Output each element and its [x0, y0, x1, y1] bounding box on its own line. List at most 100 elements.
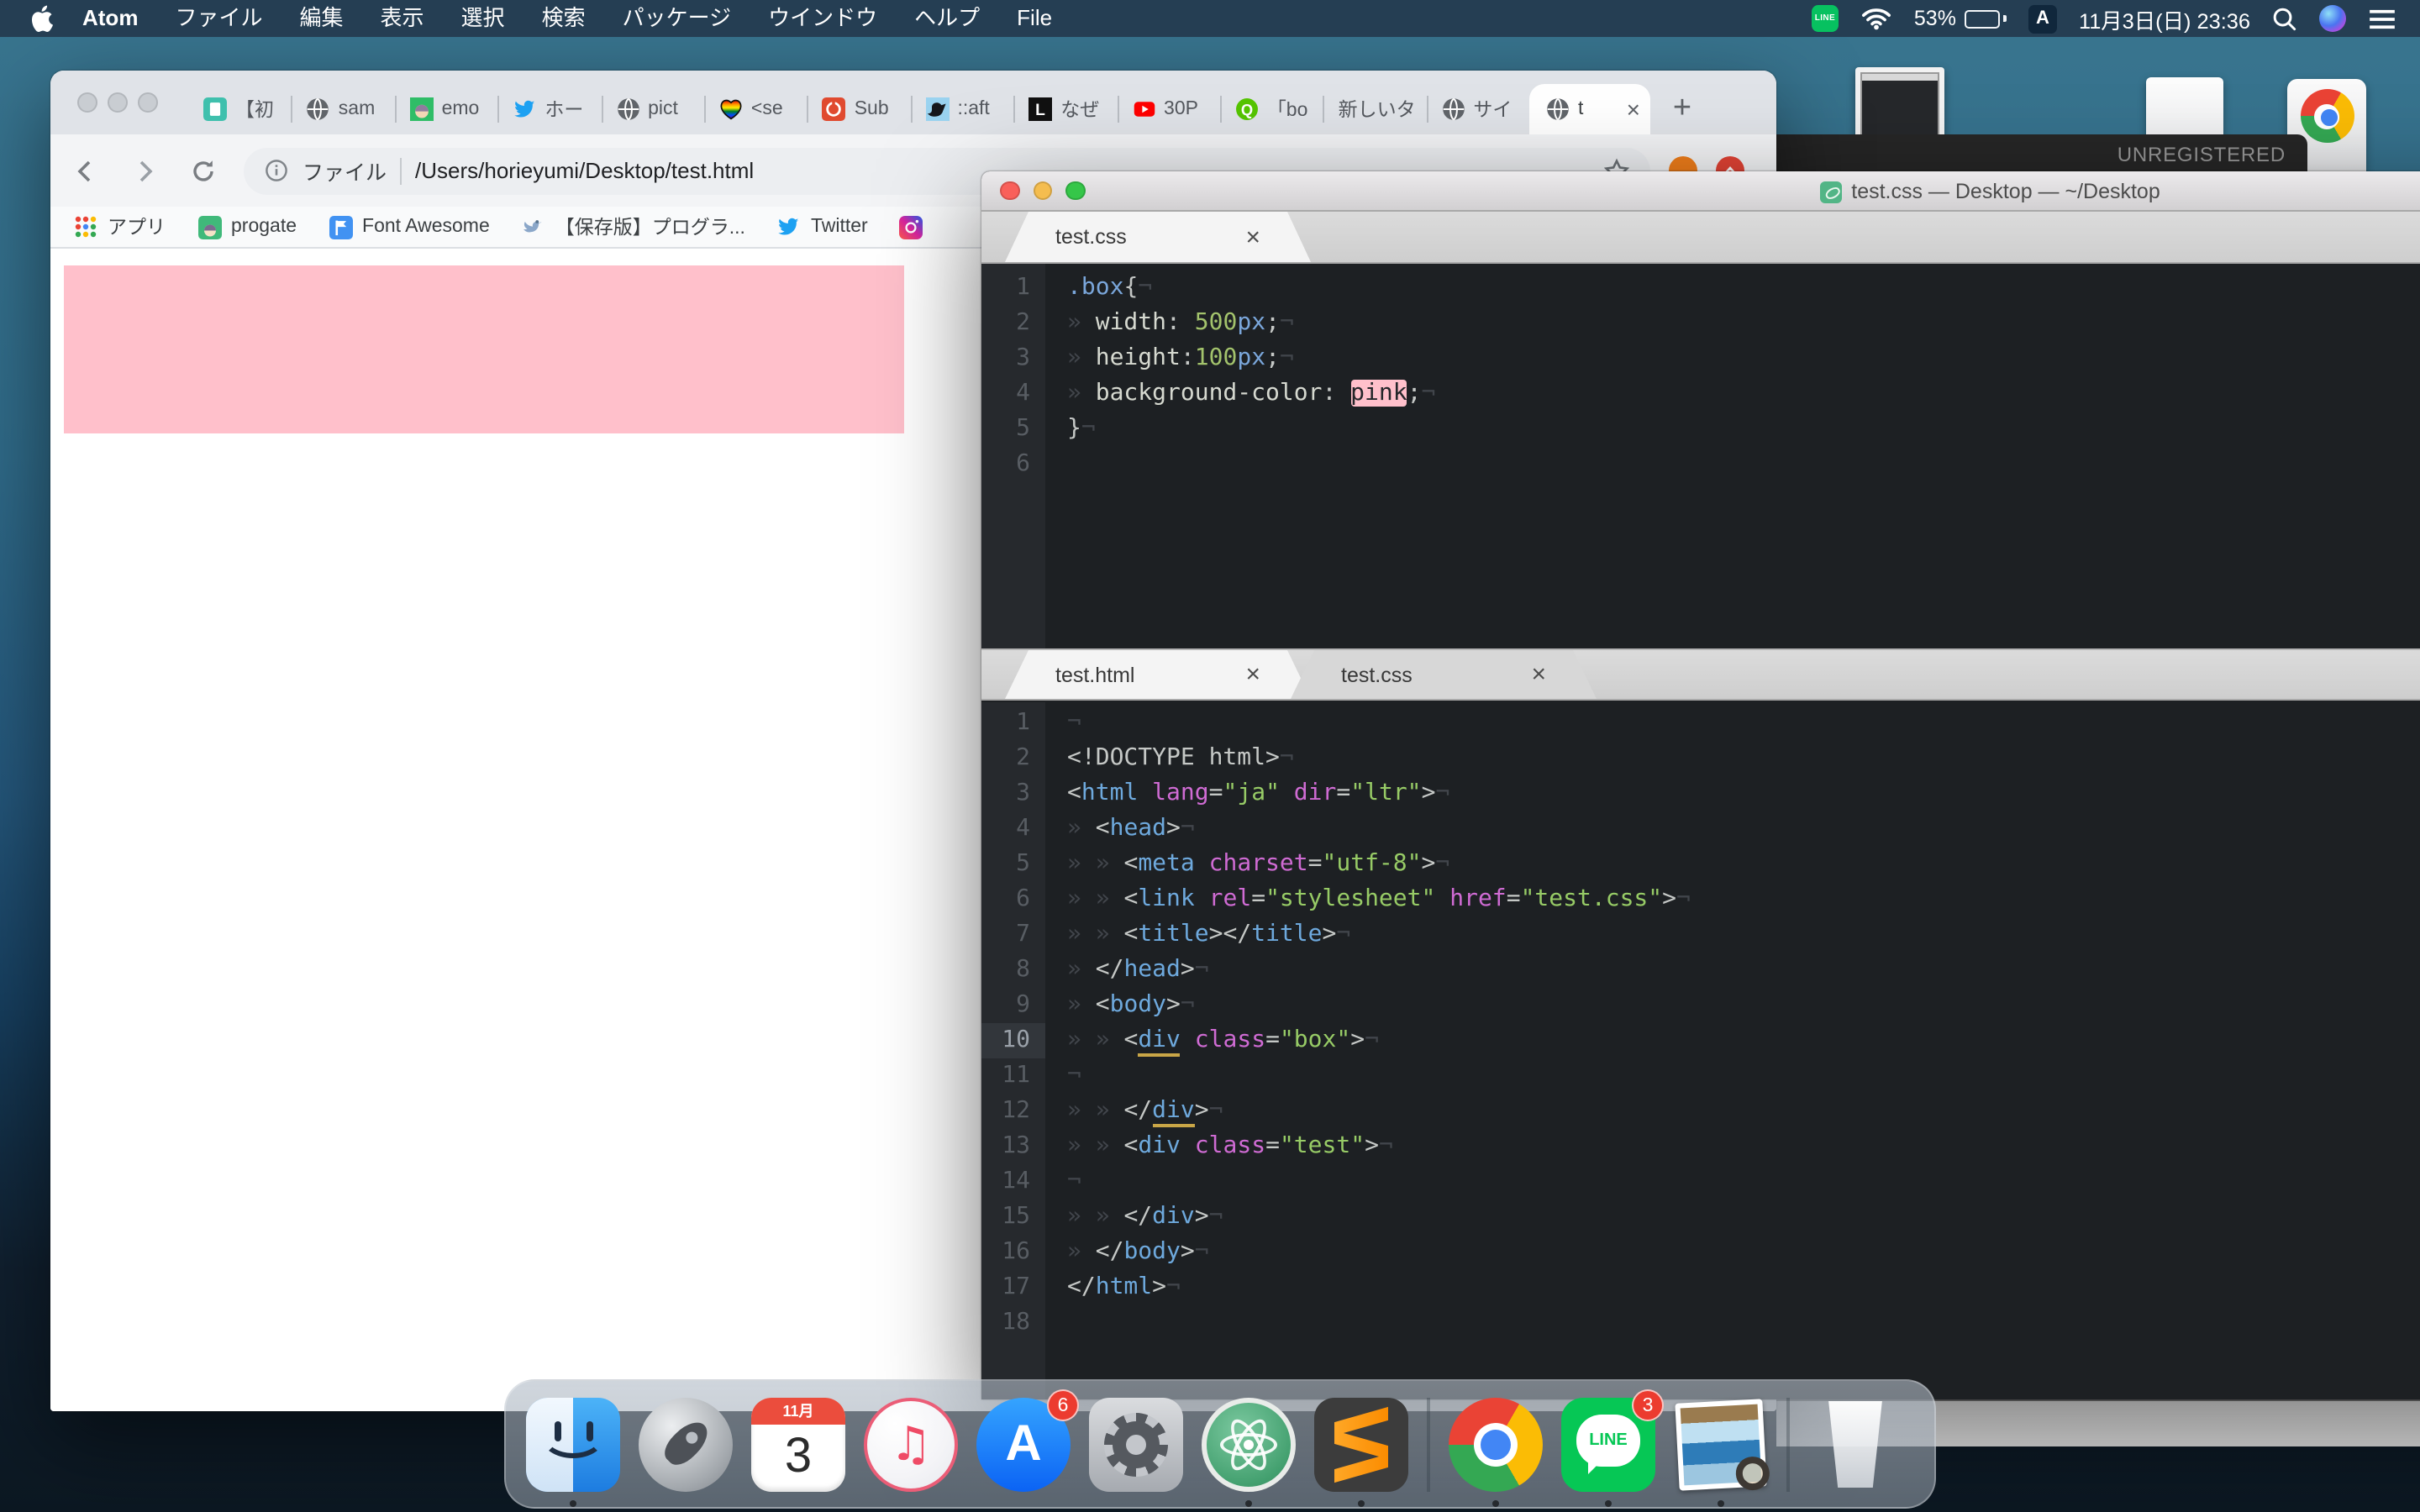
code-line-3[interactable]: 3<html lang="ja" dir="ltr">¬ [981, 776, 2420, 811]
input-method-icon[interactable]: A [2028, 4, 2057, 33]
dock-item-launchpad[interactable] [639, 1397, 733, 1491]
code-line-6[interactable]: 6» » <link rel="stylesheet" href="test.c… [981, 882, 2420, 917]
dock-item-sublime-text[interactable] [1314, 1397, 1408, 1491]
bookmark-item[interactable] [900, 215, 923, 239]
dock-item-separator-2[interactable] [1786, 1397, 1790, 1491]
code-line-2[interactable]: 2» width: 500px;¬ [981, 306, 2420, 341]
code-line-13[interactable]: 13» » <div class="test">¬ [981, 1129, 2420, 1164]
battery-indicator[interactable]: 53% [1914, 7, 2007, 30]
menubar-clock[interactable]: 11月3日(日) 23:36 [2079, 3, 2250, 34]
code-line-16[interactable]: 16» </body>¬ [981, 1235, 2420, 1270]
apple-icon[interactable] [30, 5, 54, 32]
dock-item-calendar[interactable]: 11月3 [751, 1397, 845, 1491]
close-button[interactable] [77, 92, 97, 113]
chrome-tab[interactable]: pict [601, 84, 704, 134]
code-line-5[interactable]: 5» » <meta charset="utf-8">¬ [981, 847, 2420, 882]
code-line-14[interactable]: 14¬ [981, 1164, 2420, 1200]
bookmark-item[interactable]: Font Awesome [329, 215, 490, 239]
chrome-tab[interactable]: sam [292, 84, 395, 134]
chrome-tab[interactable]: サイ [1426, 84, 1529, 134]
url-scheme-chip[interactable]: ファイル [302, 155, 387, 186]
menu-window[interactable]: ウインドウ [750, 0, 896, 37]
code-line-4[interactable]: 4» <head>¬ [981, 811, 2420, 847]
dock-item-preview[interactable] [1674, 1397, 1768, 1491]
dock-item-system-preferences[interactable] [1089, 1397, 1183, 1491]
chrome-tab-active[interactable]: t × [1529, 84, 1650, 134]
dock-item-app-store[interactable]: A 6 [976, 1397, 1071, 1491]
tab-close-icon[interactable]: × [1245, 223, 1260, 251]
reload-icon[interactable] [180, 147, 227, 194]
bookmark-item[interactable]: progate [197, 215, 297, 239]
zoom-button[interactable] [138, 92, 158, 113]
new-tab-button[interactable]: + [1660, 87, 1704, 131]
code-line-6[interactable]: 6 [981, 447, 2420, 482]
code-line-5[interactable]: 5}¬ [981, 412, 2420, 447]
tab-close-icon[interactable]: × [1245, 660, 1260, 689]
code-line-1[interactable]: 1.box{¬ [981, 270, 2420, 306]
chrome-tab[interactable]: ホー [497, 84, 601, 134]
menu-view[interactable]: 表示 [362, 0, 443, 37]
line-status-icon[interactable]: LINE [1812, 5, 1839, 32]
minimize-button[interactable] [108, 92, 128, 113]
chrome-tab[interactable]: 【初 [188, 84, 292, 134]
chrome-tab[interactable]: L なぜ [1013, 84, 1117, 134]
dock-item-separator-1[interactable] [1427, 1397, 1430, 1491]
close-button[interactable] [1000, 181, 1019, 201]
wifi-icon[interactable] [1860, 7, 1892, 30]
menu-select[interactable]: 選択 [443, 0, 523, 37]
atom-titlebar[interactable]: test.css — Desktop — ~/Desktop [981, 171, 2420, 212]
code-line-2[interactable]: 2<!DOCTYPE html>¬ [981, 741, 2420, 776]
tab-test-css-2[interactable]: test.css × [1291, 650, 1597, 699]
spotlight-icon[interactable] [2272, 6, 2297, 31]
code-line-15[interactable]: 15» » </div>¬ [981, 1200, 2420, 1235]
code-line-17[interactable]: 17</html>¬ [981, 1270, 2420, 1305]
chrome-tab[interactable]: Sub [808, 84, 911, 134]
siri-icon[interactable] [2319, 5, 2346, 32]
tab-close-icon[interactable]: × [1627, 97, 1640, 121]
menu-app-name[interactable]: Atom [64, 0, 156, 37]
dock-item-finder[interactable] [526, 1397, 620, 1491]
tab-test-html[interactable]: test.html × [1005, 650, 1311, 699]
menu-file[interactable]: ファイル [156, 0, 281, 37]
dock-item-line[interactable]: LINE 3 [1561, 1397, 1655, 1491]
menu-find[interactable]: 検索 [523, 0, 604, 37]
code-line-12[interactable]: 12» » </div>¬ [981, 1094, 2420, 1129]
tab-close-icon[interactable]: × [1531, 660, 1546, 689]
back-icon[interactable] [62, 147, 109, 194]
dock-item-trash[interactable] [1808, 1397, 1902, 1491]
code-line-9[interactable]: 9» <body>¬ [981, 988, 2420, 1023]
minimize-button[interactable] [1033, 181, 1052, 201]
code-line-3[interactable]: 3» height:100px;¬ [981, 341, 2420, 376]
chrome-tab[interactable]: ::aft [910, 84, 1013, 134]
tab-test-css[interactable]: test.css × [1005, 212, 1311, 262]
code-line-1[interactable]: 1¬ [981, 706, 2420, 741]
dock-item-chrome[interactable] [1449, 1397, 1543, 1491]
dock-item-music[interactable]: ♫ [864, 1397, 958, 1491]
chrome-tab[interactable]: Q 「bo [1220, 84, 1323, 134]
info-icon[interactable] [264, 158, 289, 183]
menu-file-en[interactable]: File [998, 0, 1071, 37]
editor-test-css[interactable]: 1.box{¬2» width: 500px;¬3» height:100px;… [981, 264, 2420, 648]
menu-help[interactable]: ヘルプ [896, 0, 998, 37]
chrome-tab[interactable]: <se [704, 84, 808, 134]
menu-edit[interactable]: 編集 [281, 0, 361, 37]
code-line-18[interactable]: 18 [981, 1305, 2420, 1341]
forward-icon[interactable] [121, 147, 168, 194]
code-line-11[interactable]: 11¬ [981, 1058, 2420, 1094]
chrome-tab[interactable]: emo [395, 84, 498, 134]
code-line-8[interactable]: 8» </head>¬ [981, 953, 2420, 988]
code-line-7[interactable]: 7» » <title></title>¬ [981, 917, 2420, 953]
bookmark-item[interactable]: アプリ [74, 213, 166, 240]
dock-item-atom[interactable] [1202, 1397, 1296, 1491]
bookmark-item[interactable]: Twitter [777, 215, 868, 239]
notification-center-icon[interactable] [2368, 8, 2396, 29]
bookmark-item[interactable]: 【保存版】プログラ... [522, 213, 745, 240]
chrome-tab[interactable]: 新しいタ [1323, 84, 1427, 134]
code-line-10[interactable]: 10» » <div class="box">¬ [981, 1023, 2420, 1058]
menu-packages[interactable]: パッケージ [604, 0, 750, 37]
code-line-4[interactable]: 4» background-color: pink;¬ [981, 376, 2420, 412]
zoom-button[interactable] [1065, 181, 1085, 201]
editor-test-html[interactable]: 1¬2<!DOCTYPE html>¬3<html lang="ja" dir=… [981, 702, 2420, 1399]
sublime-titlebar[interactable]: UNREGISTERED [1776, 134, 2307, 173]
chrome-tab[interactable]: 30P [1117, 84, 1220, 134]
